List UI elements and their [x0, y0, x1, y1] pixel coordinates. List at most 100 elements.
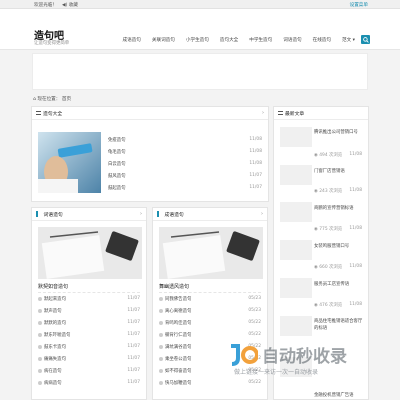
more-link[interactable]: › [140, 211, 142, 217]
home-icon[interactable]: ⌂ [33, 97, 36, 102]
panel-sentence-all: 造句大全 › 免疫造句 11/08 龟毛造句 11/08 白云造句 11/08 … [31, 106, 269, 202]
main-nav: 成语造句 关联词造句 小学生造句 造句大全 中学生造句 词语造句 在线造句 范文… [112, 35, 370, 44]
article-thumb[interactable] [280, 165, 312, 185]
nav-item-words[interactable]: 词语造句 [283, 37, 301, 43]
ad-banner [32, 53, 368, 90]
list-item[interactable]: 背鸣鸣佳造句 [165, 321, 191, 326]
headline-link[interactable]: 默契如音造句 [38, 283, 68, 290]
article-title[interactable]: 金融投机营销广告语 [314, 392, 354, 398]
site-header: 造句吧 让造句变得更简单 成语造句 关联词造句 小学生造句 造句大全 中学生造句… [0, 9, 400, 50]
article-thumb[interactable] [280, 278, 312, 298]
list-item[interactable]: 默起来造句 [44, 297, 66, 302]
article-title[interactable]: 商鹏的宣传营销标语 [314, 205, 354, 211]
article-title[interactable]: 腾讯推出公司营销口号 [314, 129, 358, 135]
bullet-icon [38, 344, 42, 349]
list-item-date: 11/07 [127, 320, 140, 325]
list-item[interactable]: 默声造句 [44, 309, 62, 314]
search-icon [362, 36, 369, 43]
list-item[interactable]: 鼓起造句 [108, 185, 126, 191]
panel-title[interactable]: 造句大全 [43, 110, 62, 117]
featured-image[interactable] [159, 227, 263, 279]
article-title[interactable]: 商品住宅推销语适合客厅的标语 [314, 318, 366, 332]
article-thumb[interactable] [280, 316, 312, 336]
article-thumb[interactable] [280, 127, 312, 147]
article-views: 476 次浏览 [319, 303, 343, 308]
list-item-date: 11/07 [127, 332, 140, 337]
list-item-date: 11/07 [127, 356, 140, 361]
list-item[interactable]: 默默的造句 [44, 321, 66, 326]
list-item-date: 11/07 [127, 368, 140, 373]
bullet-icon [159, 320, 163, 325]
list-item[interactable]: 满坑满谷造句 [165, 345, 191, 350]
bullet-icon [38, 320, 42, 325]
bullet-icon [159, 308, 163, 313]
bullet-icon [159, 380, 163, 385]
bullet-icon [159, 296, 163, 301]
list-item[interactable]: 病病造句 [44, 381, 62, 386]
list-item-date: 11/07 [127, 308, 140, 313]
breadcrumb: ⌂ 现在位置： 首页 [33, 96, 71, 102]
more-link[interactable]: › [262, 110, 264, 116]
more-link[interactable]: › [261, 211, 263, 217]
article-title[interactable]: 门窗厂店营销语 [314, 168, 345, 174]
list-item-date: 05/23 [248, 296, 261, 301]
watermark-brand: 自动秒收录 [262, 347, 347, 367]
list-item-date: 05/22 [248, 380, 261, 385]
panel-title[interactable]: 成语造句 [165, 211, 184, 218]
article-thumb[interactable] [280, 240, 312, 260]
list-icon [36, 111, 41, 115]
article-views: 243 次浏览 [319, 189, 343, 194]
panel-title[interactable]: 词语造句 [44, 211, 63, 218]
list-item[interactable]: 病在造句 [44, 369, 62, 374]
list-item-date: 11/07 [249, 173, 262, 178]
list-item[interactable]: 鼓东卡造句 [44, 345, 66, 350]
article-title[interactable]: 女装鸣服营销口号 [314, 243, 349, 249]
nav-item-primary[interactable]: 小学生造句 [186, 37, 209, 43]
bullet-icon [38, 368, 42, 373]
logo-icon [231, 344, 258, 366]
headline-link[interactable]: 舞幽透风造句 [159, 283, 189, 290]
list-item[interactable]: 鼓风造句 [108, 173, 126, 179]
list-item[interactable]: 免疫造句 [108, 137, 126, 143]
list-item-date: 05/22 [248, 320, 261, 325]
bullet-icon [38, 356, 42, 361]
list-item-date: 05/22 [248, 332, 261, 337]
nav-item-conjunction[interactable]: 关联词造句 [152, 37, 175, 43]
article-views: 494 次浏览 [319, 153, 343, 158]
nav-item-online[interactable]: 在线造句 [313, 37, 331, 43]
list-item[interactable]: 如不得奋造句 [165, 369, 191, 374]
bookmark-link[interactable]: ◀) 收藏 [62, 2, 78, 8]
article-thumb[interactable] [280, 202, 312, 222]
list-item[interactable]: 同我佛告造句 [165, 297, 191, 302]
article-title[interactable]: 服务员工店宣传语 [314, 281, 349, 287]
breadcrumb-current[interactable]: 首页 [62, 97, 71, 102]
list-item-date: 05/23 [248, 308, 261, 313]
list-item-date: 11/07 [127, 380, 140, 385]
article-date: 11/08 [349, 264, 362, 269]
nav-item-all[interactable]: 造句大全 [220, 37, 238, 43]
nav-item-essay[interactable]: 范文 ▾ [342, 37, 355, 43]
search-button[interactable] [361, 35, 370, 44]
settings-menu-link[interactable]: 设置菜单 [350, 2, 368, 8]
bullet-icon [159, 356, 163, 361]
bullet-icon [38, 332, 42, 337]
list-item[interactable]: 痛痛失造句 [44, 357, 66, 362]
featured-image[interactable] [38, 227, 142, 279]
list-item[interactable]: 默东吓唬造句 [44, 333, 70, 338]
nav-item-middle[interactable]: 中学生造句 [249, 37, 272, 43]
list-item[interactable]: 离心离德造句 [165, 309, 191, 314]
article-date: 11/08 [349, 152, 362, 157]
list-item-date: 11/07 [127, 344, 140, 349]
nav-item-idiom[interactable]: 成语造句 [123, 37, 141, 43]
list-item[interactable]: 乘坐卷公造句 [165, 357, 191, 362]
list-item-date: 11/07 [249, 185, 262, 190]
list-item[interactable]: 龟毛造句 [108, 149, 126, 155]
list-item[interactable]: 躺背行仁造句 [165, 333, 191, 338]
bullet-icon [38, 380, 42, 385]
featured-image[interactable] [38, 132, 101, 193]
list-item[interactable]: 白云造句 [108, 161, 126, 167]
bullet-icon [38, 308, 42, 313]
list-item-date: 11/08 [249, 137, 262, 142]
welcome-text: 欢迎光临！ [34, 3, 57, 8]
list-item[interactable]: 快马加鞭造句 [165, 381, 191, 386]
